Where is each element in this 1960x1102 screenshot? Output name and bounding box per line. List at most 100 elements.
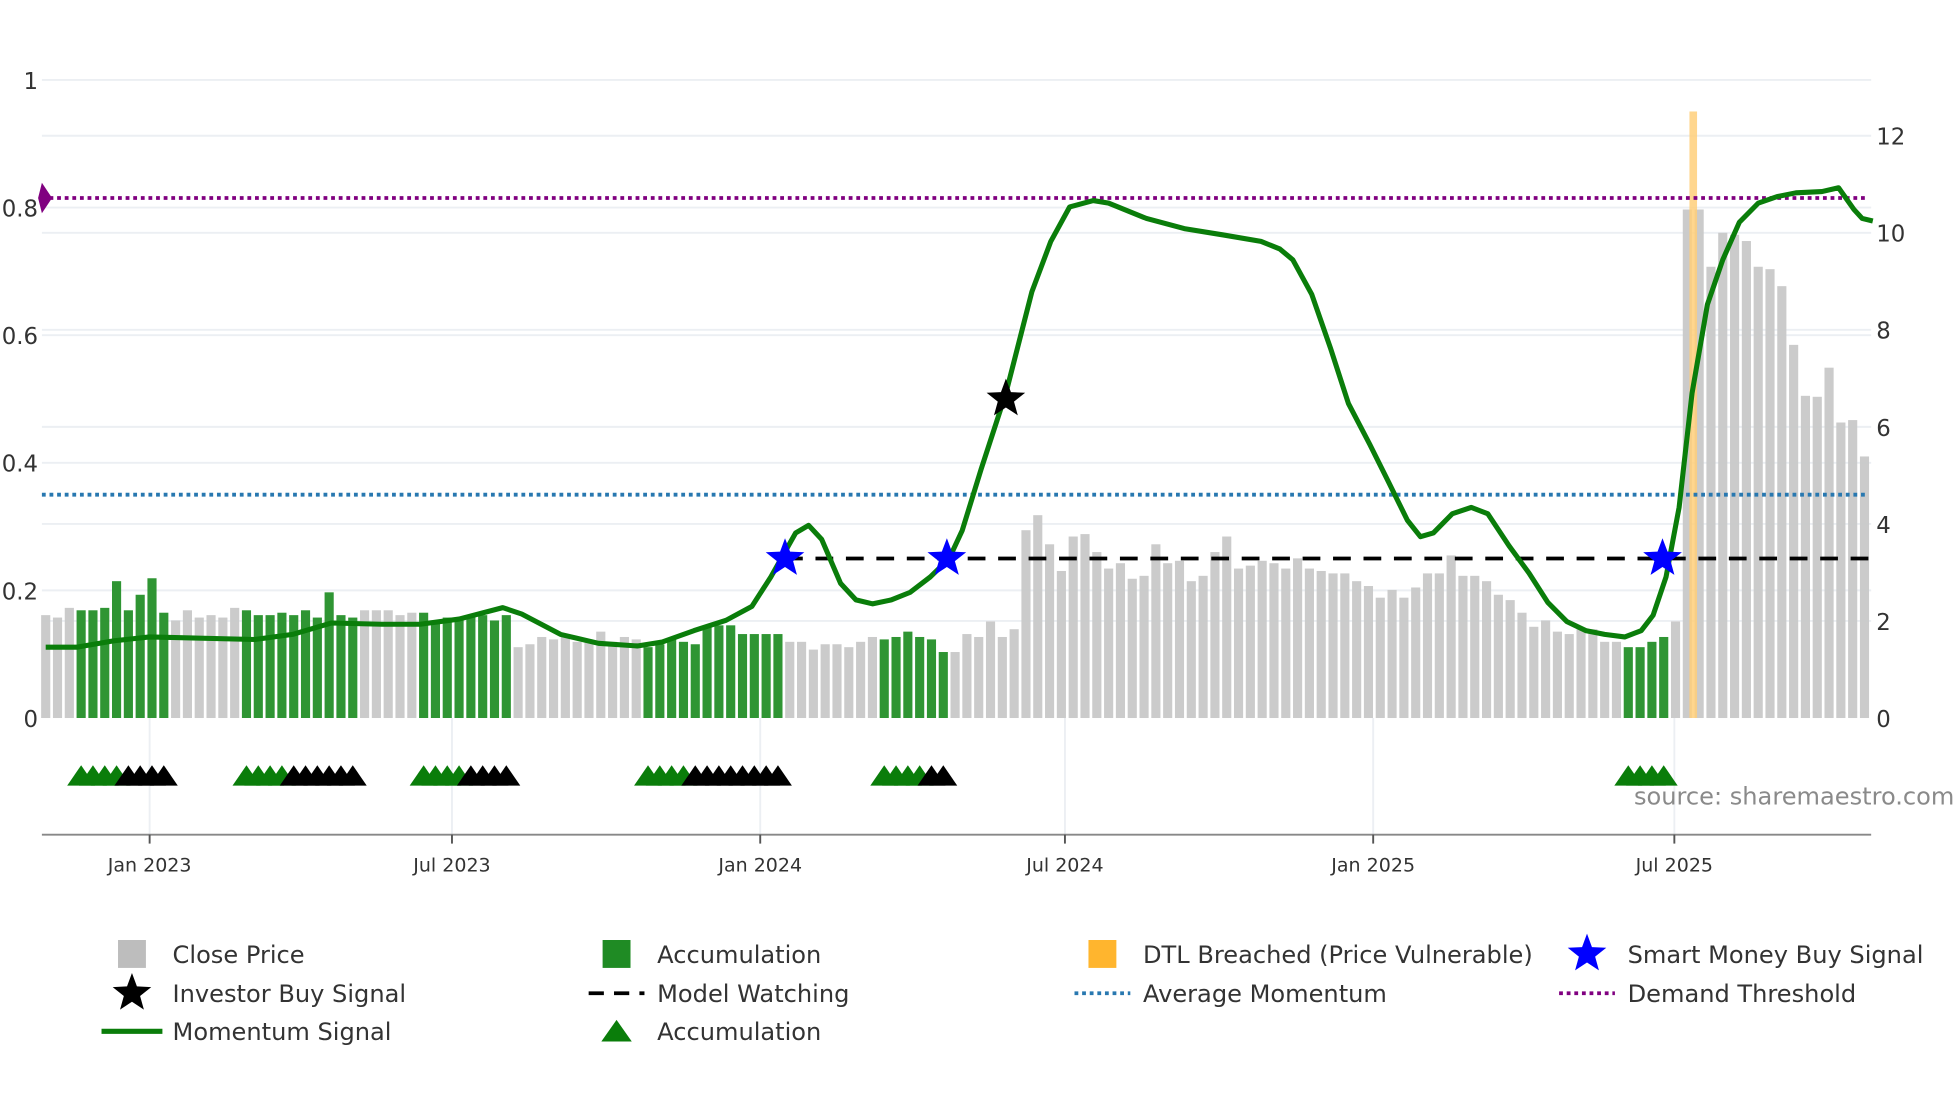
close-price-bar [974, 636, 984, 719]
legend-square-icon [1088, 940, 1117, 968]
accumulation-bar [123, 610, 133, 719]
close-price-bar [1670, 621, 1681, 719]
legend-square-icon [118, 940, 146, 968]
close-price-bar [584, 639, 594, 719]
close-price-bar [1564, 634, 1574, 719]
close-price-bar [572, 641, 582, 719]
close-price-bar [1304, 568, 1314, 719]
close-price-bar [1104, 568, 1114, 719]
close-price-bar [619, 636, 629, 719]
accumulation-bar [1623, 647, 1633, 719]
legend-label: Momentum Signal [173, 1018, 392, 1046]
accumulation-bar [265, 615, 275, 719]
close-price-bar [1836, 422, 1846, 719]
close-price-bar [1080, 534, 1090, 719]
axes: Jan 2023 Jul 2023 Jan 2024 Jul 2024 Jan 2025… [2, 69, 1906, 877]
legend-label: Accumulation [657, 1018, 821, 1046]
close-price-bar [1824, 367, 1834, 719]
legend-label: Investor Buy Signal [173, 980, 406, 1008]
close-price-bar [1399, 597, 1409, 719]
close-price-bar [1600, 641, 1610, 719]
accumulation-bar [926, 639, 937, 719]
accumulation-bar [903, 631, 913, 719]
accumulation-bar [419, 612, 429, 719]
accumulation-bar [300, 610, 311, 719]
left-tick-label: 0.8 [2, 196, 38, 222]
close-price-bar [395, 615, 405, 719]
close-price-bar [631, 639, 641, 719]
close-price-bar [537, 636, 547, 719]
close-price-bar [360, 610, 370, 719]
close-price-bar [997, 636, 1007, 719]
close-price-bar [1741, 241, 1751, 719]
close-price-bar [560, 636, 570, 719]
legend: Close Price Accumulation DTL Breached (Pri… [101, 933, 1923, 1046]
close-price-bar [194, 617, 204, 719]
accumulation-bar [159, 612, 169, 719]
accumulation-bar [690, 644, 700, 719]
accumulation-bar [761, 634, 771, 719]
close-price-bar [1434, 573, 1444, 719]
accumulation-bar [726, 625, 736, 719]
close-price-bar [1316, 570, 1326, 719]
close-price-bar [962, 634, 972, 719]
close-price-bar [513, 647, 523, 719]
legend-item: Smart Money Buy Signal [1567, 933, 1923, 971]
right-tick-label: 12 [1876, 125, 1905, 151]
accumulation-bar [454, 617, 464, 719]
x-tick-label: Jul 2023 [412, 855, 490, 877]
legend-item: Demand Threshold [1559, 980, 1856, 1008]
close-price-bar [1198, 575, 1208, 719]
close-price-bar [1163, 563, 1173, 719]
accumulation-bar [749, 634, 759, 719]
close-price-bar [1269, 563, 1279, 719]
close-price-bar [1848, 420, 1858, 719]
accumulation-bar [100, 607, 110, 719]
close-price-bar [1210, 552, 1220, 719]
legend-item: Momentum Signal [101, 1018, 392, 1046]
close-price-bar [1222, 536, 1232, 719]
accumulation-bar [348, 617, 358, 719]
accumulation-bar [111, 581, 122, 719]
close-price-bar [1127, 578, 1137, 719]
legend-item: Average Momentum [1074, 980, 1387, 1008]
close-price-bar [407, 612, 417, 719]
close-price-bar [1541, 620, 1551, 719]
legend-item: Close Price [118, 940, 305, 969]
close-price-bar [1505, 600, 1515, 719]
left-tick-label: 0.6 [2, 324, 38, 350]
smart-money-buy-star [927, 538, 967, 575]
close-price-bar [867, 636, 877, 719]
close-price-bar [1576, 629, 1586, 719]
close-price-bar [1375, 597, 1385, 719]
x-tick-label: Jul 2024 [1025, 855, 1103, 877]
close-price-bar [1481, 581, 1492, 719]
accumulation-bar [241, 610, 252, 719]
legend-label: Average Momentum [1143, 980, 1387, 1008]
close-price-bar [1422, 573, 1433, 719]
accumulation-bar [1647, 641, 1657, 719]
close-price-bar [1281, 568, 1291, 719]
close-price-bar [985, 621, 996, 719]
close-price-bar [1588, 629, 1598, 719]
smart-money-buy-star [1643, 538, 1682, 575]
close-price-bar [1387, 589, 1397, 719]
close-price-bar [1352, 581, 1362, 719]
accumulation-bar [147, 578, 157, 719]
legend-item: Accumulation [602, 940, 821, 969]
right-tick-label: 0 [1876, 707, 1891, 733]
close-price-bar [182, 610, 192, 719]
close-price-bar [1174, 560, 1185, 719]
accumulation-bar [76, 610, 86, 719]
left-tick-label: 1 [24, 69, 39, 95]
close-price-bar [218, 617, 228, 719]
close-price-bar [1411, 587, 1421, 719]
investor-buy-star [986, 378, 1026, 416]
close-price-bar [1293, 558, 1303, 719]
accumulation-bar [737, 634, 748, 719]
close-price-bar [1529, 626, 1539, 719]
close-price-bar [1517, 612, 1527, 719]
left-tick-label: 0.4 [2, 452, 38, 478]
close-price-bar [796, 641, 807, 719]
close-price-bar [230, 607, 240, 719]
